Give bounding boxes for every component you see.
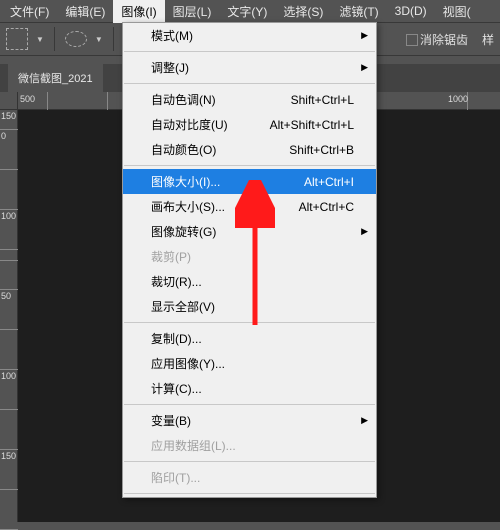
menu-separator <box>124 83 375 84</box>
menu-file[interactable]: 文件(F) <box>2 0 57 23</box>
menu-item-calculations[interactable]: 计算(C)... <box>123 376 376 401</box>
menu-item-mode[interactable]: 模式(M)▶ <box>123 23 376 48</box>
menu-item-image-size[interactable]: 图像大小(I)...Alt+Ctrl+I <box>123 169 376 194</box>
menu-item-adjustments[interactable]: 调整(J)▶ <box>123 55 376 80</box>
menu-layer[interactable]: 图层(L) <box>165 0 220 23</box>
menu-item-image-rotation[interactable]: 图像旋转(G)▶ <box>123 219 376 244</box>
menu-edit[interactable]: 编辑(E) <box>57 0 113 23</box>
marquee-ellipse-icon[interactable] <box>65 31 87 47</box>
menu-item-trim[interactable]: 裁切(R)... <box>123 269 376 294</box>
chevron-down-icon[interactable]: ▼ <box>36 35 44 44</box>
menu-item-auto-color[interactable]: 自动颜色(O)Shift+Ctrl+B <box>123 137 376 162</box>
menu-separator <box>124 461 375 462</box>
ruler-corner <box>0 92 18 110</box>
document-tab[interactable]: 微信截图_2021 <box>8 64 103 92</box>
menu-view[interactable]: 视图( <box>435 0 479 23</box>
menu-item-auto-contrast[interactable]: 自动对比度(U)Alt+Shift+Ctrl+L <box>123 112 376 137</box>
ruler-vertical[interactable]: 150 0 100 50 100 150 <box>0 110 18 522</box>
image-menu-dropdown: 模式(M)▶ 调整(J)▶ 自动色调(N)Shift+Ctrl+L 自动对比度(… <box>122 22 377 498</box>
menu-item-canvas-size[interactable]: 画布大小(S)...Alt+Ctrl+C <box>123 194 376 219</box>
submenu-arrow-icon: ▶ <box>361 415 368 426</box>
separator <box>54 27 55 51</box>
marquee-rect-icon[interactable] <box>6 28 28 50</box>
menu-type[interactable]: 文字(Y) <box>219 0 275 23</box>
menu-item-reveal-all[interactable]: 显示全部(V) <box>123 294 376 319</box>
menu-item-crop: 裁剪(P) <box>123 244 376 269</box>
menu-item-apply-data-set: 应用数据组(L)... <box>123 433 376 458</box>
menu-item-trap: 陷印(T)... <box>123 465 376 490</box>
menu-item-apply-image[interactable]: 应用图像(Y)... <box>123 351 376 376</box>
chevron-down-icon[interactable]: ▼ <box>95 35 103 44</box>
checkbox-icon <box>406 34 418 46</box>
menu-item-duplicate[interactable]: 复制(D)... <box>123 326 376 351</box>
antialias-option[interactable]: 消除锯齿 <box>406 31 468 48</box>
style-option[interactable]: 样 <box>482 31 494 48</box>
menu-3d[interactable]: 3D(D) <box>387 1 435 21</box>
menubar: 文件(F) 编辑(E) 图像(I) 图层(L) 文字(Y) 选择(S) 滤镜(T… <box>0 0 500 22</box>
separator <box>113 27 114 51</box>
menu-filter[interactable]: 滤镜(T) <box>331 0 386 23</box>
menu-separator <box>124 404 375 405</box>
menu-item-variables[interactable]: 变量(B)▶ <box>123 408 376 433</box>
submenu-arrow-icon: ▶ <box>361 226 368 237</box>
submenu-arrow-icon: ▶ <box>361 62 368 73</box>
menu-image[interactable]: 图像(I) <box>113 0 164 23</box>
menu-separator <box>124 51 375 52</box>
submenu-arrow-icon: ▶ <box>361 30 368 41</box>
menu-separator <box>124 493 375 494</box>
menu-select[interactable]: 选择(S) <box>275 0 331 23</box>
menu-separator <box>124 165 375 166</box>
menu-separator <box>124 322 375 323</box>
menu-item-auto-tone[interactable]: 自动色调(N)Shift+Ctrl+L <box>123 87 376 112</box>
